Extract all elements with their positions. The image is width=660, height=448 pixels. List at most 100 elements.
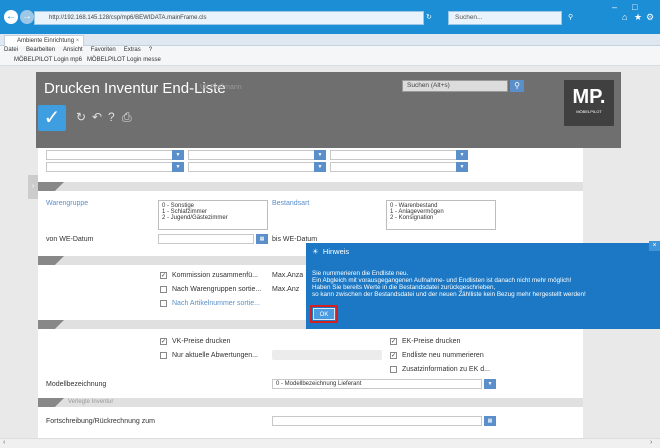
dropdown-button[interactable]: ▼ <box>456 150 468 160</box>
modellbezeichnung-select[interactable]: 0 - Modellbezeichnung Lieferant <box>272 379 482 389</box>
section-bar <box>38 398 583 407</box>
menu-datei[interactable]: Datei <box>4 47 18 53</box>
menu-bar: Datei Bearbeiten Ansicht Favoriten Extras? <box>0 46 660 55</box>
scroll-right-icon[interactable]: › <box>650 439 652 446</box>
max-anzahl-label-1: Max.Anza <box>272 272 304 279</box>
field-top-6[interactable] <box>330 162 468 172</box>
kommission-checkbox[interactable]: ✓ <box>160 272 167 279</box>
ek-preise-checkbox[interactable]: ✓ <box>390 338 397 345</box>
home-icon[interactable]: ⌂ <box>622 12 627 22</box>
dialog-title: Hinweis <box>322 247 350 256</box>
warengruppe-list[interactable]: 0 - Sonstige 1 - Schlafzimmer 2 - Jugend… <box>158 200 268 230</box>
kommission-label: Kommission zusammenfü... <box>172 272 258 279</box>
dialog-line: Sie nummerieren die Endliste neu. <box>312 270 409 277</box>
logo: MP. MÖBELPILOT <box>564 80 614 126</box>
artikelnummer-sort-checkbox[interactable] <box>160 300 167 307</box>
max-anzahl-label-2: Max.Anz <box>272 286 300 293</box>
screen: ← → http://192.168.145.128/csp/mp6/BEWID… <box>0 0 660 448</box>
dialog-line: so kann zwischen der Bestandsdatei und d… <box>312 291 586 298</box>
warengruppen-sort-checkbox[interactable] <box>160 286 167 293</box>
list-item[interactable]: 2 - Jugend/Gästezimmer <box>162 215 264 221</box>
close-icon[interactable]: × <box>649 241 660 251</box>
zusatzinfo-label: Zusatzinformation zu EK d... <box>402 366 490 373</box>
close-icon[interactable]: × <box>76 38 80 44</box>
browser-search[interactable]: Suchen... <box>448 11 562 25</box>
section-bar <box>38 182 583 191</box>
favorite-link-2[interactable]: MÖBELPILOT Login messe <box>87 57 161 63</box>
endliste-neu-checkbox[interactable]: ✓ <box>390 352 397 359</box>
von-we-datum-input[interactable] <box>158 234 254 244</box>
warengruppen-sort-label: Nach Warengruppen sortie... <box>172 286 262 293</box>
field-top-1[interactable] <box>46 150 184 160</box>
bestandsart-label: Bestandsart <box>272 200 310 207</box>
undo-icon[interactable]: ↶ <box>92 110 102 124</box>
ek-preise-label: EK-Preise drucken <box>402 338 461 345</box>
field-top-5[interactable] <box>188 162 326 172</box>
field-top-3[interactable] <box>330 150 468 160</box>
field-top-4[interactable] <box>46 162 184 172</box>
logo-sub: MÖBELPILOT <box>576 109 602 114</box>
menu-favoriten[interactable]: Favoriten <box>91 47 116 53</box>
nur-aktuelle-label: Nur aktuelle Abwertungen... <box>172 352 258 359</box>
side-panel-toggle[interactable]: › <box>28 175 38 199</box>
app-search-input[interactable]: Suchen (Alt+s) <box>402 80 508 92</box>
dropdown-button[interactable]: ▼ <box>484 379 496 389</box>
scroll-left-icon[interactable]: ‹ <box>3 439 5 446</box>
endliste-neu-label: Endliste neu nummerieren <box>402 352 484 359</box>
menu-bearbeiten[interactable]: Bearbeiten <box>26 47 55 53</box>
tab-strip <box>0 34 660 46</box>
tab-title: Ambiente Einrichtung <box>17 38 75 44</box>
forward-icon[interactable]: → <box>20 10 34 24</box>
search-icon[interactable]: ⚲ <box>568 13 573 21</box>
address-bar[interactable]: http://192.168.145.128/csp/mp6/BEWIDATA.… <box>34 11 424 25</box>
field-top-2[interactable] <box>188 150 326 160</box>
warengruppe-label: Warengruppe <box>46 200 89 207</box>
bestandsart-list[interactable]: 0 - Warenbestand 1 - Anlagevermögen 2 - … <box>386 200 496 230</box>
dropdown-button[interactable]: ▼ <box>172 162 184 172</box>
list-item[interactable]: 2 - Konsignation <box>390 215 492 221</box>
gear-icon[interactable]: ⚙ <box>646 12 654 23</box>
check-icon[interactable]: ✓ <box>38 105 66 131</box>
help-icon[interactable]: ? <box>108 110 115 124</box>
bis-we-datum-label: bis WE-Datum <box>272 236 318 243</box>
horizontal-scrollbar[interactable]: ‹ › <box>0 438 660 448</box>
dropdown-button[interactable]: ▼ <box>172 150 184 160</box>
back-icon[interactable]: ← <box>4 10 18 24</box>
modellbezeichnung-label: Modellbezeichnung <box>46 381 107 388</box>
dialog-line: Ein Abgleich mit vorausgegangenen Aufnah… <box>312 277 572 284</box>
dialog-title-bar: ☀ Hinweis <box>312 247 349 256</box>
browser-tab[interactable]: Ambiente Einrichtung × <box>4 35 84 46</box>
nur-aktuelle-checkbox[interactable] <box>160 352 167 359</box>
dropdown-button[interactable]: ▼ <box>314 162 326 172</box>
maximize-button[interactable]: □ <box>632 2 637 12</box>
dropdown-button[interactable]: ▼ <box>456 162 468 172</box>
dialog-message: Sie nummerieren die Endliste neu. Ein Ab… <box>312 270 586 298</box>
fortschreibung-input[interactable] <box>272 416 482 426</box>
fortschreibung-label: Fortschreibung/Rückrechnung zum <box>46 418 155 425</box>
abwertungen-field <box>272 350 382 360</box>
calendar-icon[interactable]: ▦ <box>256 234 268 244</box>
ok-button[interactable]: OK <box>313 308 335 320</box>
favorite-link-1[interactable]: MÖBELPILOT Login mp6 <box>14 57 82 63</box>
print-icon[interactable]: ⎙ <box>122 110 132 125</box>
dialog-line: Haben Sie bereits Werte in die Bestandsd… <box>312 284 496 291</box>
refresh-icon[interactable]: ↻ <box>426 13 432 21</box>
section-bar <box>38 256 306 265</box>
calendar-icon[interactable]: ▦ <box>484 416 496 426</box>
minimize-button[interactable]: – <box>612 2 617 12</box>
zusatzinfo-checkbox[interactable] <box>390 366 397 373</box>
page-title: Drucken Inventur End-Liste <box>44 80 226 97</box>
user-name: Uli Floßmann <box>200 84 242 91</box>
menu-help[interactable]: ? <box>149 47 152 53</box>
von-we-datum-label: von WE-Datum <box>46 236 94 243</box>
logo-text: MP. <box>572 86 606 108</box>
vk-preise-label: VK-Preise drucken <box>172 338 231 345</box>
app-search-button[interactable]: ⚲ <box>510 80 524 92</box>
star-icon[interactable]: ★ <box>634 12 642 23</box>
menu-extras[interactable]: Extras <box>124 47 141 53</box>
menu-ansicht[interactable]: Ansicht <box>63 47 83 53</box>
bulb-icon: ☀ <box>312 247 319 256</box>
dropdown-button[interactable]: ▼ <box>314 150 326 160</box>
refresh-icon[interactable]: ↻ <box>76 110 86 124</box>
vk-preise-checkbox[interactable]: ✓ <box>160 338 167 345</box>
